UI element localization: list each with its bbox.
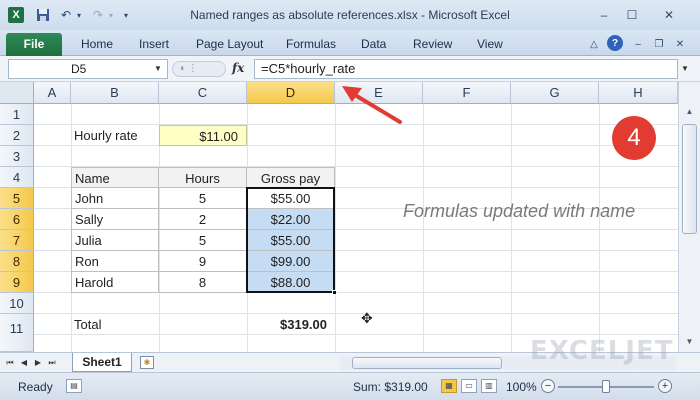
column-header-b[interactable]: B: [71, 82, 159, 104]
tab-data[interactable]: Data: [361, 37, 386, 51]
vertical-scrollbar[interactable]: ▲ ▼: [678, 82, 700, 352]
insert-function-icon[interactable]: fx: [232, 61, 244, 75]
zoom-in-icon[interactable]: +: [658, 379, 672, 393]
macro-record-icon[interactable]: ▤: [66, 379, 82, 393]
column-header-c[interactable]: C: [159, 82, 247, 104]
scroll-up-icon[interactable]: ▲: [682, 104, 697, 119]
column-header-d[interactable]: D: [247, 82, 335, 104]
table-cell-gross-pay[interactable]: $55.00: [247, 230, 335, 251]
table-cell-hours[interactable]: 8: [159, 272, 247, 293]
page-break-view-icon[interactable]: ▥: [481, 379, 497, 393]
zoom-level[interactable]: 100%: [506, 380, 537, 394]
table-cell-gross-pay[interactable]: $88.00: [247, 272, 335, 293]
table-cell-name[interactable]: Julia: [71, 230, 159, 251]
table-cell-gross-pay[interactable]: $99.00: [247, 251, 335, 272]
gridline-v: [511, 104, 512, 352]
row-header-11[interactable]: 11: [0, 314, 34, 352]
row-header-5[interactable]: 5: [0, 188, 34, 209]
tab-review[interactable]: Review: [413, 37, 452, 51]
workbook-minimize-icon[interactable]: ‒: [631, 37, 645, 51]
zoom-out-icon[interactable]: −: [541, 379, 555, 393]
table-cell-gross-pay[interactable]: $22.00: [247, 209, 335, 230]
zoom-slider-thumb[interactable]: [602, 380, 610, 393]
table-header-name[interactable]: Name: [71, 167, 159, 188]
name-box-dropdown-icon[interactable]: ▼: [154, 64, 162, 73]
row-header-7[interactable]: 7: [0, 230, 34, 251]
ribbon-tabs: File Home Insert Page Layout Formulas Da…: [0, 30, 700, 56]
hourly-rate-value[interactable]: $11.00: [159, 125, 247, 146]
row-header-2[interactable]: 2: [0, 125, 34, 146]
gridline-v: [423, 104, 424, 352]
tab-insert[interactable]: Insert: [139, 37, 169, 51]
ribbon-minimize-icon[interactable]: △: [587, 37, 601, 51]
tab-sheet1[interactable]: Sheet1: [72, 353, 132, 372]
row-header-9[interactable]: 9: [0, 272, 34, 293]
watermark: EXCELJET: [530, 336, 674, 366]
table-cell-gross-pay[interactable]: $55.00: [247, 188, 335, 209]
next-sheet-icon[interactable]: ▶: [32, 356, 44, 370]
select-all-corner[interactable]: [0, 82, 34, 104]
annotation-note: Formulas updated with name: [403, 201, 636, 221]
formula-bar: D5 ▼ ◖ ⋮ fx =C5*hourly_rate ▼: [0, 56, 700, 82]
annotation-arrow-icon: [342, 86, 402, 124]
first-sheet-icon[interactable]: ⏮: [4, 356, 16, 370]
tab-home[interactable]: Home: [81, 37, 113, 51]
title-bar: X ↶ ▾ ↷ ▾ ▾ Named ranges as absolute ref…: [0, 0, 700, 30]
total-label[interactable]: Total: [71, 314, 159, 335]
tab-formulas[interactable]: Formulas: [286, 37, 336, 51]
maximize-button[interactable]: ☐: [622, 6, 642, 24]
last-sheet-icon[interactable]: ⏭: [46, 356, 58, 370]
column-header-a[interactable]: A: [34, 82, 71, 104]
column-header-g[interactable]: G: [511, 82, 599, 104]
status-sum: Sum: $319.00: [353, 380, 428, 394]
table-cell-name[interactable]: Harold: [71, 272, 159, 293]
row-header-10[interactable]: 10: [0, 293, 34, 314]
step-badge: 4: [612, 116, 656, 160]
minimize-button[interactable]: ‒: [594, 6, 614, 24]
table-cell-name[interactable]: Ron: [71, 251, 159, 272]
row-header-8[interactable]: 8: [0, 251, 34, 272]
fill-handle[interactable]: [332, 290, 337, 295]
tab-view[interactable]: View: [477, 37, 503, 51]
expand-formula-bar-icon[interactable]: ▼: [681, 64, 689, 73]
row-header-6[interactable]: 6: [0, 209, 34, 230]
column-header-h[interactable]: H: [599, 82, 678, 104]
help-icon[interactable]: ?: [607, 35, 623, 51]
close-button[interactable]: ✕: [654, 6, 684, 24]
page-layout-view-icon[interactable]: ▭: [461, 379, 477, 393]
gridline-v: [599, 104, 600, 352]
table-header-gross-pay[interactable]: Gross pay: [247, 167, 335, 188]
tab-page-layout[interactable]: Page Layout: [196, 37, 263, 51]
total-value[interactable]: $319.00: [247, 314, 335, 335]
status-bar: Ready ▤ Sum: $319.00 ▦ ▭ ▥ 100% − +: [0, 372, 700, 400]
table-cell-hours[interactable]: 2: [159, 209, 247, 230]
workbook-close-icon[interactable]: ✕: [673, 37, 687, 51]
row-header-4[interactable]: 4: [0, 167, 34, 188]
scroll-down-icon[interactable]: ▼: [682, 334, 697, 349]
hourly-rate-label[interactable]: Hourly rate: [71, 125, 159, 146]
status-mode: Ready: [18, 380, 53, 394]
table-cell-hours[interactable]: 5: [159, 188, 247, 209]
normal-view-icon[interactable]: ▦: [441, 379, 457, 393]
vertical-scroll-thumb[interactable]: [682, 124, 697, 234]
table-cell-name[interactable]: Sally: [71, 209, 159, 230]
workbook-restore-icon[interactable]: ❐: [652, 37, 666, 51]
name-box[interactable]: D5: [8, 59, 168, 79]
prev-sheet-icon[interactable]: ◀: [18, 356, 30, 370]
table-cell-hours[interactable]: 5: [159, 230, 247, 251]
row-header-3[interactable]: 3: [0, 146, 34, 167]
row-header-1[interactable]: 1: [0, 104, 34, 125]
formula-bar-splitter[interactable]: ◖ ⋮: [172, 61, 226, 77]
table-cell-name[interactable]: John: [71, 188, 159, 209]
horizontal-scroll-thumb[interactable]: [352, 357, 502, 369]
table-cell-hours[interactable]: 9: [159, 251, 247, 272]
column-header-f[interactable]: F: [423, 82, 511, 104]
gridline-v: [335, 104, 336, 352]
tab-file[interactable]: File: [6, 33, 62, 56]
cell-cursor-icon: ✥: [361, 310, 373, 326]
formula-input[interactable]: =C5*hourly_rate: [254, 59, 678, 79]
table-header-hours[interactable]: Hours: [159, 167, 247, 188]
insert-sheet-icon[interactable]: ✱: [140, 356, 154, 369]
